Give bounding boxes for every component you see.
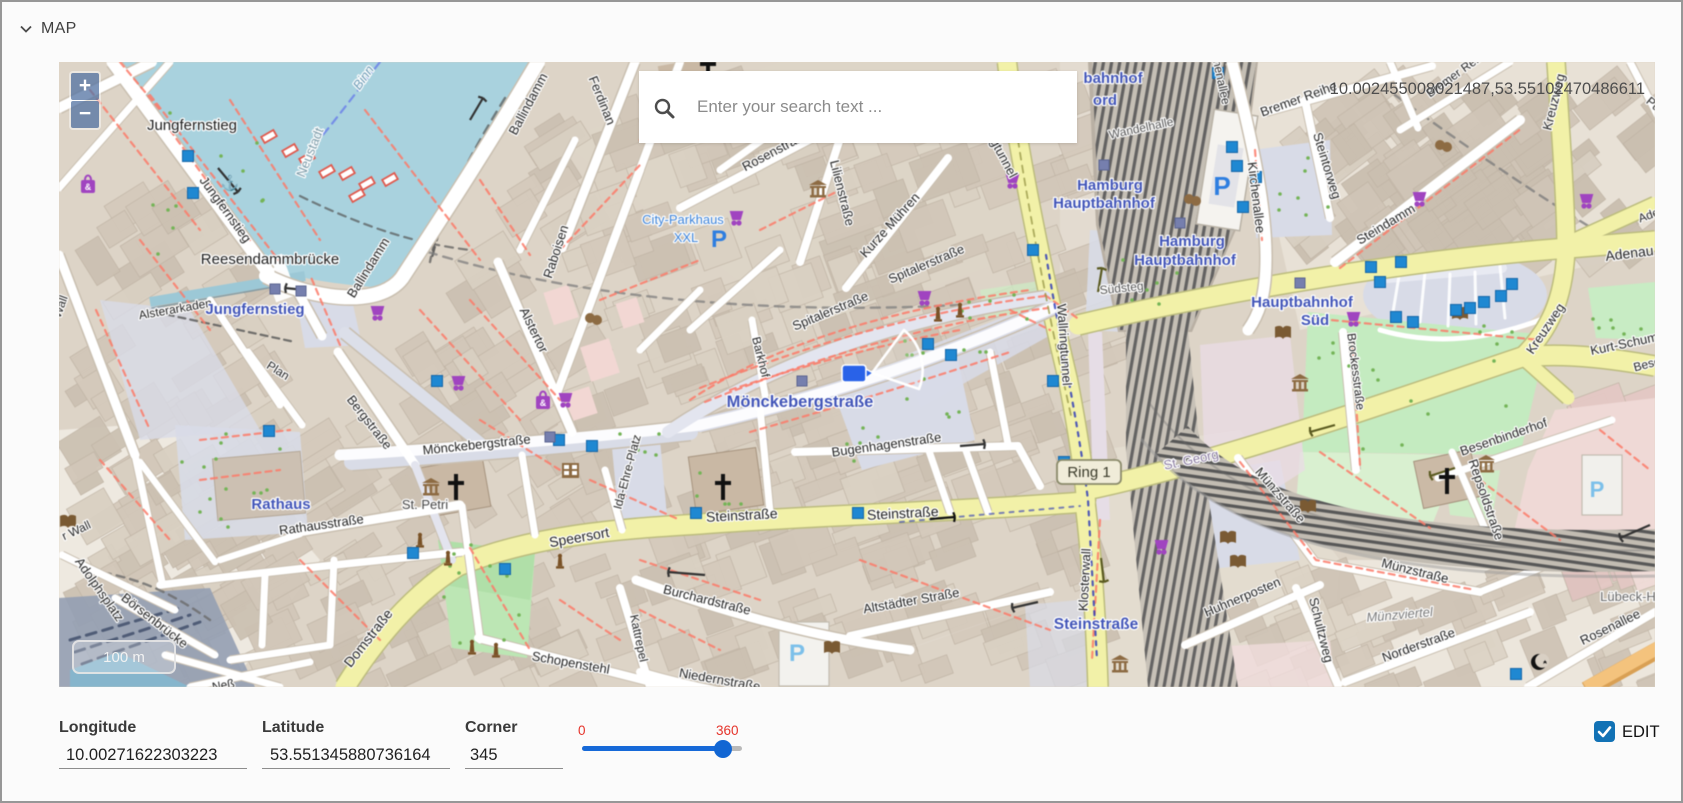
svg-text:Mönckebergstraße: Mönckebergstraße: [727, 393, 874, 411]
svg-text:Reesendammbrücke: Reesendammbrücke: [201, 251, 339, 268]
svg-text:XXL: XXL: [674, 230, 699, 245]
svg-text:Hauptbahnhof: Hauptbahnhof: [1053, 195, 1156, 212]
svg-text:Steinstraße: Steinstraße: [1054, 616, 1139, 633]
svg-text:City-Parkhaus: City-Parkhaus: [642, 212, 724, 227]
svg-text:Hauptbahnhof: Hauptbahnhof: [1251, 294, 1354, 311]
svg-text:Süd: Süd: [1301, 312, 1329, 329]
svg-text:P: P: [789, 640, 805, 667]
svg-text:&: &: [540, 398, 547, 408]
svg-text:P: P: [1213, 171, 1230, 201]
svg-text:Hamburg: Hamburg: [1077, 177, 1143, 194]
svg-text:Hauptbahnhof: Hauptbahnhof: [1134, 252, 1237, 269]
svg-text:Rathaus: Rathaus: [251, 496, 310, 513]
svg-text:P: P: [711, 226, 727, 253]
svg-text:bahnhof: bahnhof: [1083, 70, 1143, 87]
svg-text:&: &: [85, 182, 92, 192]
svg-text:⚓: ⚓: [221, 174, 240, 192]
svg-text:ord: ord: [1093, 92, 1117, 109]
svg-text:St. Petri: St. Petri: [402, 497, 448, 512]
svg-text:Lübeck-H: Lübeck-H: [1600, 589, 1655, 604]
svg-text:Jungfernstieg: Jungfernstieg: [205, 301, 304, 318]
svg-text:Jungfernstieg: Jungfernstieg: [147, 117, 237, 134]
svg-text:Hamburg: Hamburg: [1159, 233, 1225, 250]
svg-text:P: P: [1590, 477, 1605, 502]
svg-text:Ring 1: Ring 1: [1067, 464, 1110, 481]
